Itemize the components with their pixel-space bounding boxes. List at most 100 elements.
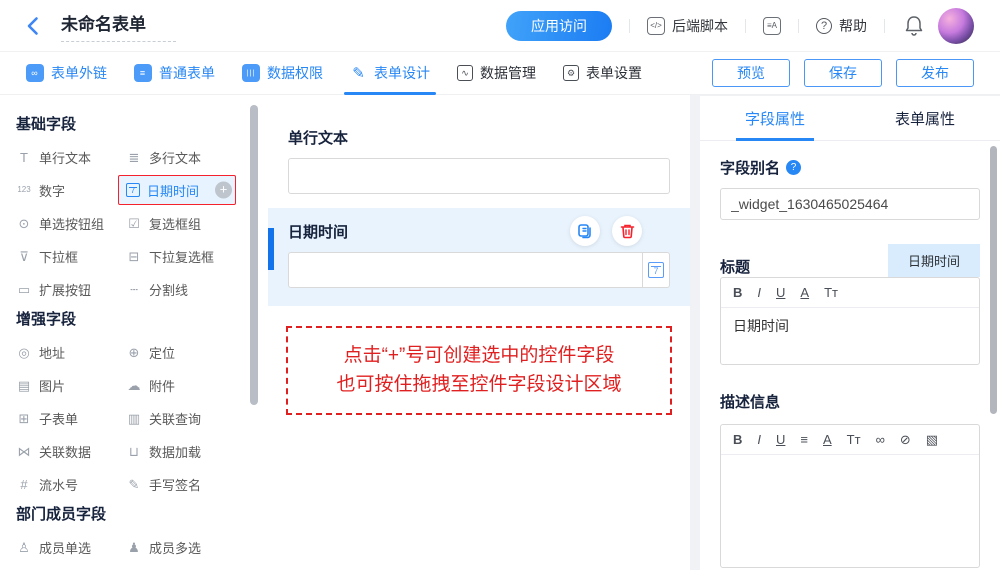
help-button[interactable]: ? 帮助 — [816, 16, 867, 36]
sidebar-field-label: 地址 — [39, 343, 65, 362]
font-size-button[interactable]: Tᴛ — [824, 286, 838, 299]
sidebar-field-member-single[interactable]: ♙成员单选 — [16, 536, 126, 558]
tab-field-props[interactable]: 字段属性 — [700, 96, 850, 140]
description-editor-content[interactable] — [721, 455, 979, 567]
underline-button[interactable]: U — [776, 286, 785, 299]
single-line-text-icon: T — [16, 151, 32, 164]
sidebar-scrollbar[interactable] — [250, 105, 258, 405]
tab-form-design[interactable]: ✎表单设计 — [350, 52, 430, 94]
app-access-button[interactable]: 应用访问 — [506, 11, 612, 41]
sidebar-field-multi-line-text[interactable]: ≣多行文本 — [126, 146, 236, 168]
form-design-canvas[interactable]: 单行文本 日期时间 — [268, 95, 690, 570]
dropdown-icon: ⊽ — [16, 250, 32, 263]
help-label: 帮助 — [839, 16, 867, 36]
calendar-picker-button[interactable]: 7 — [642, 252, 670, 288]
sidebar-field-extend-button[interactable]: ▭扩展按钮 — [16, 278, 126, 300]
backend-script-button[interactable]: </> 后端脚本 — [647, 16, 728, 36]
insert-image-button[interactable]: ▧ — [926, 433, 938, 446]
delete-field-button[interactable] — [612, 216, 642, 246]
font-color-button[interactable]: A — [800, 286, 809, 299]
tab-form-props[interactable]: 表单属性 — [850, 96, 1000, 140]
preview-button[interactable]: 预览 — [712, 59, 790, 87]
sidebar-field-linked-data[interactable]: ⋈关联数据 — [16, 440, 126, 462]
hint-line-1: 点击“+”号可创建选中的控件字段 — [292, 341, 666, 370]
back-button[interactable] — [26, 16, 39, 36]
canvas-field-text[interactable]: 单行文本 — [268, 127, 690, 194]
sidebar-field-member-multi[interactable]: ♟成员多选 — [126, 536, 236, 558]
copy-field-button[interactable] — [570, 216, 600, 246]
linked-data-icon: ⋈ — [16, 445, 32, 458]
datetime-field-input[interactable] — [288, 252, 643, 288]
italic-button[interactable]: I — [757, 286, 761, 299]
font-size-button[interactable]: Tᴛ — [847, 433, 861, 446]
divider — [884, 19, 885, 33]
tab-normal-form[interactable]: ≡普通表单 — [134, 52, 215, 94]
tab-data-management[interactable]: ∿数据管理 — [457, 52, 536, 94]
sidebar-field-divider-line[interactable]: ┄分割线 — [126, 278, 236, 300]
data-chart-icon: ∿ — [457, 65, 473, 81]
sidebar-field-datetime[interactable]: 7日期时间+ — [118, 175, 236, 205]
align-button[interactable]: ≡ — [800, 433, 808, 446]
radio-group-icon: ⊙ — [16, 217, 32, 230]
sidebar-field-label: 多行文本 — [149, 148, 201, 167]
alias-help-icon[interactable]: ? — [786, 160, 801, 175]
sidebar-field-single-line-text[interactable]: T单行文本 — [16, 146, 126, 168]
description-editor-toolbar: B I U ≡ A Tᴛ ∞ ⊘ ▧ — [721, 425, 979, 455]
form-title[interactable]: 未命名表单 — [61, 10, 176, 42]
sidebar-field-dropdown[interactable]: ⊽ 下拉框 — [16, 245, 126, 267]
description-label: 描述信息 — [720, 391, 980, 412]
image-field-icon: ▤ — [16, 379, 32, 392]
sidebar-field-data-load[interactable]: ⊔数据加载 — [126, 440, 236, 462]
sidebar-field-multi-dropdown[interactable]: ⊟下拉复选框 — [126, 245, 236, 267]
field-label: 日期时间 — [288, 221, 348, 242]
italic-button[interactable]: I — [757, 433, 761, 446]
sidebar-field-signature[interactable]: ✎手写签名 — [126, 473, 236, 495]
document-icon: ≡ — [134, 64, 152, 82]
form-tabbar: ∞表单外链 ≡普通表单 ||| 数据权限 ✎表单设计 ∿数据管理 ⚙表单设置 预览保存发布 — [0, 52, 1000, 95]
sidebar-field-location[interactable]: ⊕定位 — [126, 341, 236, 363]
sidebar-field-serial-number[interactable]: #流水号 — [16, 473, 126, 495]
checkbox-group-icon: ☑ — [126, 217, 142, 230]
title-editor-content[interactable]: 日期时间 — [721, 308, 979, 364]
bold-button[interactable]: B — [733, 433, 742, 446]
sidebar-field-radio-group[interactable]: ⊙单选按钮组 — [16, 212, 126, 234]
unlink-button[interactable]: ⊘ — [900, 433, 911, 446]
sidebar-field-label: 子表单 — [39, 409, 78, 428]
sidebar-field-label: 下拉框 — [39, 247, 78, 266]
tab-form-external-link[interactable]: ∞表单外链 — [26, 52, 107, 94]
properties-scrollbar[interactable] — [990, 146, 997, 414]
tab-label: 数据权限 — [267, 63, 323, 83]
sidebar-field-label: 附件 — [149, 376, 175, 395]
log-button[interactable]: ≡A — [763, 17, 781, 35]
sidebar-field-label: 数字 — [39, 181, 65, 200]
widget-type-badge: 日期时间 — [888, 244, 980, 277]
sidebar-field-number[interactable]: 123数字 — [16, 179, 126, 201]
sidebar-field-grid: ♙成员单选♟成员多选▦部门单选▩部门多选 — [16, 536, 240, 570]
link-button[interactable]: ∞ — [876, 433, 885, 446]
sidebar-field-linked-query[interactable]: ▥关联查询 — [126, 407, 236, 429]
trash-icon — [620, 223, 635, 239]
canvas-field-datetime-selected[interactable]: 日期时间 — [268, 208, 690, 306]
user-avatar[interactable] — [938, 8, 974, 44]
publish-button[interactable]: 发布 — [896, 59, 974, 87]
tab-form-settings[interactable]: ⚙表单设置 — [563, 52, 642, 94]
sidebar-field-image-field[interactable]: ▤图片 — [16, 374, 126, 396]
sidebar-field-label: 下拉复选框 — [149, 247, 214, 266]
underline-button[interactable]: U — [776, 433, 785, 446]
save-button[interactable]: 保存 — [804, 59, 882, 87]
tab-data-permission[interactable]: ||| 数据权限 — [242, 52, 323, 94]
bold-button[interactable]: B — [733, 286, 742, 299]
add-field-button[interactable]: + — [215, 182, 232, 199]
sidebar-field-attachment[interactable]: ☁附件 — [126, 374, 236, 396]
notification-bell-button[interactable] — [904, 15, 924, 37]
alias-input[interactable] — [720, 188, 980, 220]
bar-chart-icon: ||| — [242, 64, 260, 82]
sidebar-field-checkbox-group[interactable]: ☑复选框组 — [126, 212, 236, 234]
font-color-button[interactable]: A — [823, 433, 832, 446]
sidebar-field-subform[interactable]: ⊞子表单 — [16, 407, 126, 429]
sidebar-field-label: 成员单选 — [39, 538, 91, 557]
sidebar-field-address[interactable]: ◎地址 — [16, 341, 126, 363]
text-field-input[interactable] — [288, 158, 670, 194]
nav-tabs: ∞表单外链 ≡普通表单 ||| 数据权限 ✎表单设计 ∿数据管理 ⚙表单设置 — [26, 52, 712, 94]
sidebar-field-label: 成员多选 — [149, 538, 201, 557]
